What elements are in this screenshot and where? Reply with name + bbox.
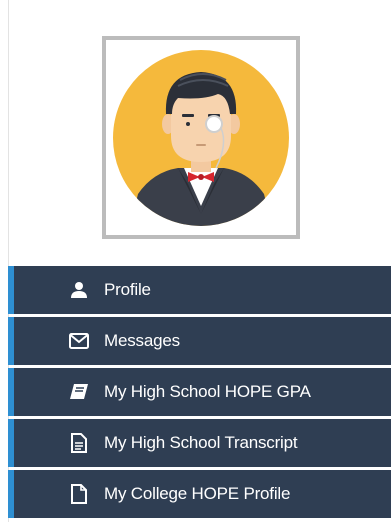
envelope-icon bbox=[68, 330, 90, 352]
menu-item-profile[interactable]: Profile bbox=[8, 266, 391, 314]
menu-item-label: My College HOPE Profile bbox=[104, 484, 291, 503]
avatar-illustration bbox=[113, 50, 289, 226]
menu-item-label: Messages bbox=[104, 331, 180, 350]
menu-item-hope-gpa[interactable]: My High School HOPE GPA bbox=[8, 368, 391, 416]
menu-item-label: My High School HOPE GPA bbox=[104, 382, 311, 401]
avatar bbox=[102, 36, 300, 239]
menu-item-label: Profile bbox=[104, 280, 151, 299]
menu-item-label: My High School Transcript bbox=[104, 433, 298, 452]
menu-item-transcript[interactable]: My High School Transcript bbox=[8, 419, 391, 467]
menu-item-messages[interactable]: Messages bbox=[8, 317, 391, 365]
user-icon bbox=[68, 279, 90, 301]
sidebar-menu: Profile Messages My High School HOPE GPA… bbox=[8, 266, 391, 521]
document-text-icon bbox=[68, 432, 90, 454]
document-icon bbox=[68, 483, 90, 505]
book-icon bbox=[68, 381, 90, 403]
menu-item-college-hope-profile[interactable]: My College HOPE Profile bbox=[8, 470, 391, 518]
